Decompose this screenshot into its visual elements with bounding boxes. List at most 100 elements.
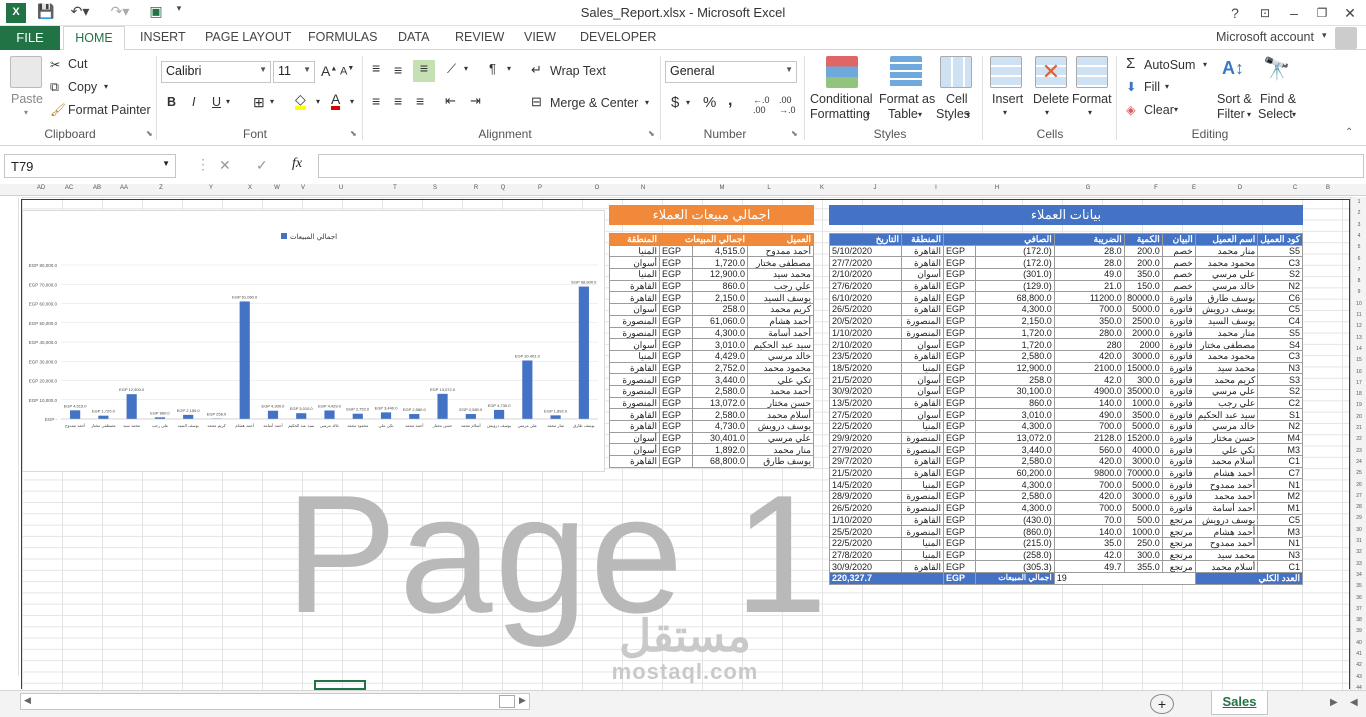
cell-region[interactable]: القاهرة: [901, 396, 944, 410]
font-launcher-icon[interactable]: ⬊: [350, 129, 357, 138]
cell-name[interactable]: كريم محمد: [1194, 373, 1259, 386]
cell-currency[interactable]: EGP: [942, 525, 977, 538]
cell-name[interactable]: خالد مرسي: [1194, 279, 1259, 293]
cell-tax[interactable]: 140.0: [1053, 525, 1125, 538]
cell-region[interactable]: المنصورة: [901, 443, 944, 457]
cell-name[interactable]: تكي علي: [1194, 443, 1259, 457]
cell-amount[interactable]: 3,010.0: [692, 338, 748, 351]
cell-currency[interactable]: EGP: [942, 256, 977, 270]
paste-dropdown-icon[interactable]: ▾: [24, 108, 28, 117]
cell-desc[interactable]: فاتورة: [1161, 291, 1196, 305]
cell-qty[interactable]: 2500.0: [1123, 314, 1163, 328]
cell-net[interactable]: 1,720.0: [975, 326, 1055, 340]
cell-name[interactable]: أسلام محمد: [1194, 455, 1259, 468]
cell-code[interactable]: N1: [1257, 536, 1303, 550]
format-as-table-dropdown-icon[interactable]: ▾: [918, 110, 922, 119]
cell-code[interactable]: M3: [1257, 443, 1303, 457]
cell-qty[interactable]: 80000.0: [1123, 291, 1163, 305]
row-header[interactable]: 28: [1351, 504, 1366, 510]
align-middle-icon[interactable]: ≡: [394, 62, 402, 78]
cell-amount[interactable]: 13,072.0: [692, 396, 748, 410]
row-header[interactable]: 34: [1351, 572, 1366, 578]
tab-review[interactable]: REVIEW: [455, 30, 504, 44]
cell-currency[interactable]: EGP: [942, 314, 977, 328]
cell-qty[interactable]: 4000.0: [1123, 443, 1163, 457]
cell-net[interactable]: 1,720.0: [975, 338, 1055, 351]
row-header[interactable]: 3: [1351, 222, 1366, 228]
cell-qty[interactable]: 300.0: [1123, 373, 1163, 386]
cell-customer[interactable]: خالد مرسي: [747, 349, 814, 363]
cell-amount[interactable]: 2,580.0: [692, 384, 748, 398]
column-header[interactable]: E: [1174, 185, 1214, 191]
cancel-formula-icon[interactable]: ✕: [219, 157, 231, 174]
find-select-button[interactable]: Find &: [1260, 92, 1296, 106]
row-header[interactable]: 9: [1351, 289, 1366, 295]
cell-currency[interactable]: EGP: [942, 443, 977, 457]
cell-date[interactable]: 27/5/2020: [829, 408, 902, 421]
cell-desc[interactable]: فاتورة: [1161, 408, 1196, 421]
cell-region[interactable]: القاهرة: [901, 455, 944, 468]
text-direction-dropdown-icon[interactable]: ▾: [507, 64, 511, 73]
cell-code[interactable]: C3: [1257, 256, 1303, 270]
close-icon[interactable]: ✕: [1337, 2, 1363, 24]
cell-qty[interactable]: 3000.0: [1123, 490, 1163, 503]
add-sheet-icon[interactable]: +: [1150, 694, 1174, 714]
cell-region[interactable]: القاهرة: [901, 256, 944, 270]
cell-qty[interactable]: 2000: [1123, 338, 1163, 351]
scroll-thumb[interactable]: [499, 695, 515, 708]
cell-amount[interactable]: 1,720.0: [692, 256, 748, 270]
cell-styles-dropdown-icon[interactable]: ▾: [966, 110, 970, 119]
cell-net[interactable]: 3,010.0: [975, 408, 1055, 421]
header-date[interactable]: التاريخ: [829, 233, 902, 246]
tab-developer[interactable]: DEVELOPER: [580, 30, 656, 44]
cell-code[interactable]: S4: [1257, 338, 1303, 351]
header-region[interactable]: المنطقة: [609, 233, 660, 246]
cell-name[interactable]: حسن مختار: [1194, 431, 1259, 445]
cell-net[interactable]: 30,100.0: [975, 384, 1055, 398]
cell-net[interactable]: (172.0): [975, 256, 1055, 270]
column-header[interactable]: J: [855, 185, 895, 191]
cell-customer[interactable]: أحمد أسامة: [747, 326, 814, 340]
format-painter-button[interactable]: Format Painter: [68, 103, 151, 117]
cell-desc[interactable]: فاتورة: [1161, 361, 1196, 375]
row-header[interactable]: 20: [1351, 414, 1366, 420]
row-header[interactable]: 16: [1351, 369, 1366, 375]
column-header[interactable]: AA: [104, 185, 144, 191]
column-header[interactable]: V: [283, 185, 323, 191]
column-header[interactable]: P: [520, 185, 560, 191]
cell-date[interactable]: 6/10/2020: [829, 291, 902, 305]
cell-desc[interactable]: فاتورة: [1161, 466, 1196, 480]
cell-desc[interactable]: مرتجع: [1161, 560, 1196, 573]
cell-region[interactable]: المنيا: [609, 268, 660, 281]
format-painter-icon[interactable]: 🖌: [50, 103, 66, 118]
cell-tax[interactable]: 11200.0: [1053, 291, 1125, 305]
align-bottom-icon[interactable]: ≡: [413, 60, 435, 82]
cell-region[interactable]: القاهرة: [901, 303, 944, 316]
clear-icon[interactable]: ◈: [1126, 102, 1136, 117]
cell-currency[interactable]: EGP: [659, 408, 693, 421]
cell-name[interactable]: علي رجب: [1194, 396, 1259, 410]
column-header[interactable]: D: [1220, 185, 1260, 191]
cell-region[interactable]: القاهرة: [901, 244, 944, 258]
cell-customer[interactable]: أحمد محمد: [747, 384, 814, 398]
bold-button[interactable]: B: [167, 95, 176, 109]
cell-tax[interactable]: 35.0: [1053, 536, 1125, 550]
cell-code[interactable]: C4: [1257, 314, 1303, 328]
restore-icon[interactable]: ❐: [1309, 2, 1335, 24]
align-center-icon[interactable]: ≡: [394, 93, 402, 109]
cell-qty[interactable]: 5000.0: [1123, 420, 1163, 433]
cell-date[interactable]: 30/9/2020: [829, 560, 902, 573]
cell-amount[interactable]: 2,580.0: [692, 408, 748, 421]
cell-net[interactable]: 4,300.0: [975, 501, 1055, 515]
cell-customer[interactable]: أسلام محمد: [747, 408, 814, 421]
cell-date[interactable]: 21/5/2020: [829, 373, 902, 386]
fill-icon[interactable]: ⬇: [1126, 79, 1136, 94]
cell-qty[interactable]: 150.0: [1123, 279, 1163, 293]
header-net[interactable]: الصافي: [943, 233, 1055, 246]
cell-region[interactable]: القاهرة: [901, 291, 944, 305]
row-header[interactable]: 37: [1351, 606, 1366, 612]
row-header[interactable]: 29: [1351, 515, 1366, 521]
cell-qty[interactable]: 15200.0: [1123, 431, 1163, 445]
scroll-tabs-left-icon[interactable]: ◀: [1350, 697, 1358, 708]
tab-view[interactable]: VIEW: [524, 30, 556, 44]
